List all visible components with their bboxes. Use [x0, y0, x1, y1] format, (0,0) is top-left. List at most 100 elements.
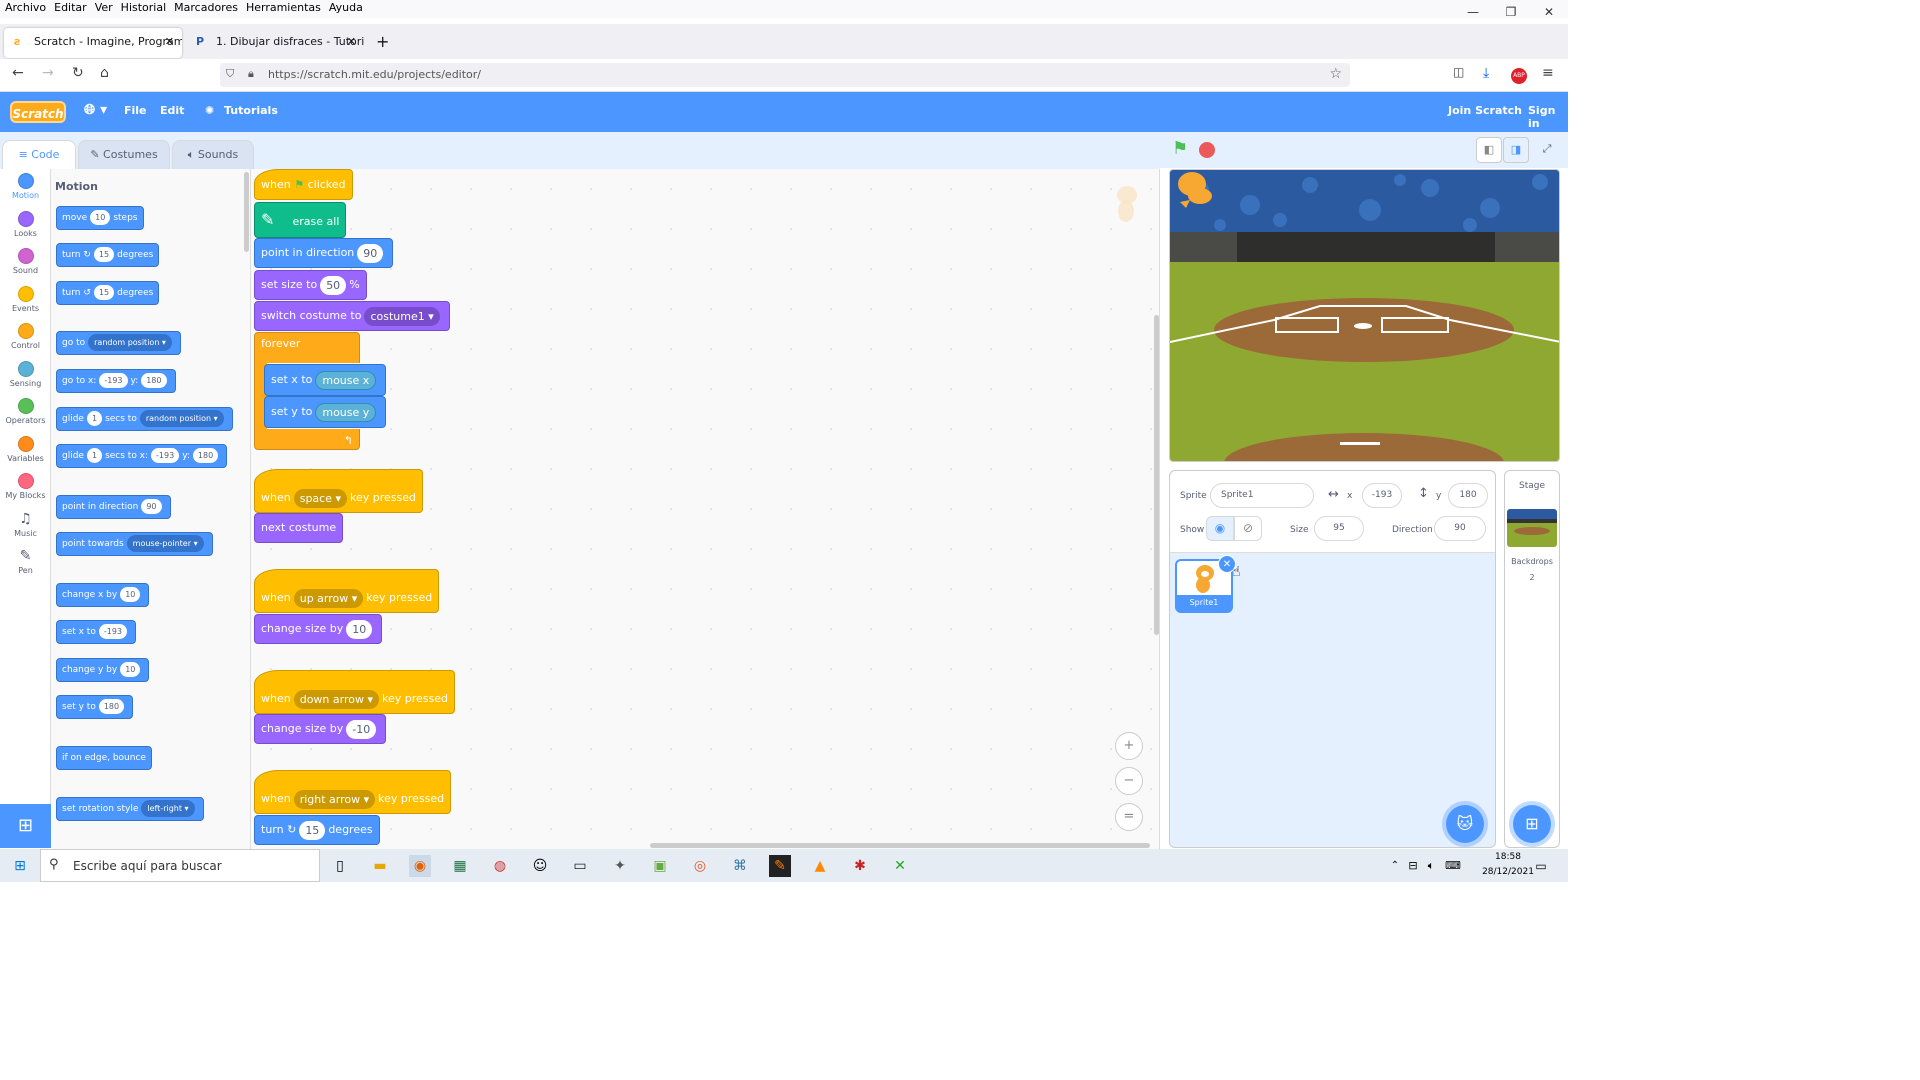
block-input[interactable]: 15 — [299, 820, 326, 840]
zoom-out-button[interactable]: − — [1115, 767, 1143, 795]
menu-herramientas[interactable]: Herramientas — [241, 0, 324, 14]
block-input[interactable]: 10 — [120, 662, 141, 677]
block-go-to[interactable]: go to random position ▾ — [56, 331, 181, 355]
workspace-h-scrollbar[interactable] — [650, 843, 1150, 848]
tutorials-lightbulb-icon[interactable]: ✺ — [205, 104, 214, 117]
tab-sounds[interactable]: 🔈︎ Sounds — [172, 140, 254, 170]
file-menu[interactable]: File — [124, 104, 147, 117]
choose-sprite-button[interactable]: 🐱︎ — [1446, 805, 1484, 843]
close-window-button[interactable]: ✕ — [1530, 0, 1568, 24]
block-when-key-pressed[interactable]: when space ▾ key pressed — [254, 469, 424, 513]
small-stage-icon[interactable]: ◧ — [1476, 137, 1502, 163]
new-tab-button[interactable]: + — [370, 28, 394, 58]
scratch-logo[interactable]: Scratch — [10, 101, 66, 123]
block-input[interactable]: -193 — [98, 624, 127, 639]
block-erase-all[interactable]: ✎ erase all — [254, 202, 347, 238]
fullscreen-icon[interactable]: ⤢ — [1534, 137, 1560, 163]
join-scratch-button[interactable]: Join Scratch — [1448, 104, 1522, 117]
menu-ver[interactable]: Ver — [90, 0, 116, 14]
menu-marcadores[interactable]: Marcadores — [169, 0, 241, 14]
file-explorer-icon[interactable]: ▬ — [369, 855, 391, 877]
block-when-flag-clicked[interactable]: when ⚑ clicked — [254, 169, 353, 200]
category-variables[interactable]: Variables — [0, 436, 51, 463]
block-input[interactable]: 180 — [192, 448, 219, 463]
lock-icon[interactable]: 🔒︎ — [248, 67, 254, 81]
category-my-blocks[interactable]: My Blocks — [0, 473, 51, 500]
adblock-icon[interactable]: ABP — [1511, 68, 1527, 84]
block-input[interactable]: 180 — [141, 373, 167, 388]
block-input[interactable]: 15 — [93, 285, 115, 300]
x-app-icon[interactable]: ✕ — [889, 855, 911, 877]
block-input[interactable]: 90 — [141, 499, 162, 514]
block-change-size[interactable]: change size by -10 — [254, 714, 387, 744]
firefox-icon[interactable]: ◉ — [409, 855, 431, 877]
block-dropdown[interactable]: down arrow ▾ — [293, 689, 380, 709]
category-looks[interactable]: Looks — [0, 211, 51, 238]
shield-icon[interactable]: ⛉ — [226, 67, 234, 81]
edit-menu[interactable]: Edit — [160, 104, 184, 117]
block-switch-costume[interactable]: switch costume to costume1 ▾ — [254, 301, 450, 331]
vlc-icon[interactable]: ▲ — [809, 855, 831, 877]
clock-time[interactable]: 18:58 — [1478, 852, 1538, 862]
category-sound[interactable]: Sound — [0, 248, 51, 275]
block-when-key-pressed[interactable]: when right arrow ▾ key pressed — [254, 770, 452, 814]
pocket-icon[interactable]: ◫ — [1453, 65, 1464, 79]
category-music[interactable]: ♫ Music — [0, 511, 51, 538]
block-change-y[interactable]: change y by 10 — [56, 658, 150, 682]
block-input[interactable]: 1 — [86, 411, 103, 426]
home-icon[interactable]: ⌂ — [100, 65, 109, 81]
minecraft-icon[interactable]: ▣ — [649, 855, 671, 877]
block-dropdown[interactable]: costume1 ▾ — [364, 306, 440, 326]
block-input[interactable]: 180 — [98, 699, 125, 714]
palette-scrollbar[interactable] — [244, 172, 249, 252]
category-motion[interactable]: Motion — [0, 173, 51, 200]
forward-icon[interactable]: → — [42, 65, 54, 81]
stage-canvas[interactable] — [1169, 169, 1560, 462]
choose-backdrop-button[interactable]: ⊞ — [1513, 805, 1551, 843]
windows-start-icon[interactable]: ⊞ — [9, 855, 31, 877]
y-field[interactable]: 180 — [1448, 483, 1488, 508]
notifications-icon[interactable]: ▭ — [1530, 855, 1552, 877]
tutorials-button[interactable]: Tutorials — [224, 104, 278, 117]
back-icon[interactable]: ← — [12, 65, 24, 81]
alien-icon[interactable]: ☺ — [529, 855, 551, 877]
block-change-size[interactable]: change size by 10 — [254, 614, 383, 644]
category-sensing[interactable]: Sensing — [0, 361, 51, 388]
block-set-size[interactable]: set size to 50% — [254, 270, 367, 300]
volume-icon[interactable]: 🔈︎ — [1420, 855, 1442, 877]
sprite-name-field[interactable]: Sprite1 — [1210, 483, 1314, 508]
block-reporter[interactable]: mouse y — [315, 402, 377, 422]
terminal-icon[interactable]: ▭ — [569, 855, 591, 877]
stage-target-pane[interactable]: Stage Backdrops 2 ⊞ — [1504, 470, 1560, 848]
block-dropdown[interactable]: random position ▾ — [88, 334, 172, 351]
script-workspace[interactable]: when ⚑ clicked ✎ erase all point in dire… — [251, 169, 1160, 849]
block-next-costume[interactable]: next costume — [254, 513, 344, 543]
sign-in-button[interactable]: Sign in — [1528, 104, 1568, 130]
zoom-reset-button[interactable]: = — [1115, 803, 1143, 831]
block-input[interactable]: 50 — [320, 275, 347, 295]
block-move[interactable]: move 10 steps — [56, 206, 144, 230]
block-go-to-xy[interactable]: go to x: -193 y: 180 — [56, 369, 176, 393]
direction-field[interactable]: 90 — [1434, 516, 1486, 541]
minimize-button[interactable]: — — [1454, 0, 1492, 24]
block-dropdown[interactable]: up arrow ▾ — [293, 588, 364, 608]
browser-tab-tutorial[interactable]: P 1. Dibujar disfraces - Tutorial de ✕ — [186, 28, 364, 58]
block-when-key-pressed[interactable]: when up arrow ▾ key pressed — [254, 569, 440, 613]
block-when-key-pressed[interactable]: when down arrow ▾ key pressed — [254, 670, 456, 714]
block-input[interactable]: -193 — [99, 373, 128, 388]
keyboard-icon[interactable]: ⌨ — [1442, 855, 1464, 877]
menu-ayuda[interactable]: Ayuda — [324, 0, 366, 14]
block-turn-left[interactable]: turn ↺ 15 degrees — [56, 281, 160, 305]
menu-archivo[interactable]: Archivo — [0, 0, 49, 14]
block-dropdown[interactable]: right arrow ▾ — [293, 789, 376, 809]
show-visible-button[interactable]: ◉ — [1206, 516, 1234, 541]
block-point-in-direction[interactable]: point in direction 90 — [56, 495, 171, 519]
x-field[interactable]: -193 — [1362, 483, 1402, 508]
task-view-icon[interactable]: ▯ — [329, 855, 351, 877]
gimp-icon[interactable]: ✦ — [609, 855, 631, 877]
browser-tab-scratch[interactable]: ƨ Scratch - Imagine, Program, Sh ✕ — [4, 28, 182, 58]
workspace-v-scrollbar[interactable] — [1154, 315, 1159, 635]
block-set-y[interactable]: set y to 180 — [56, 695, 134, 719]
normal-stage-icon[interactable]: ◨ — [1503, 137, 1529, 163]
puzzle-icon[interactable]: ✱ — [849, 855, 871, 877]
